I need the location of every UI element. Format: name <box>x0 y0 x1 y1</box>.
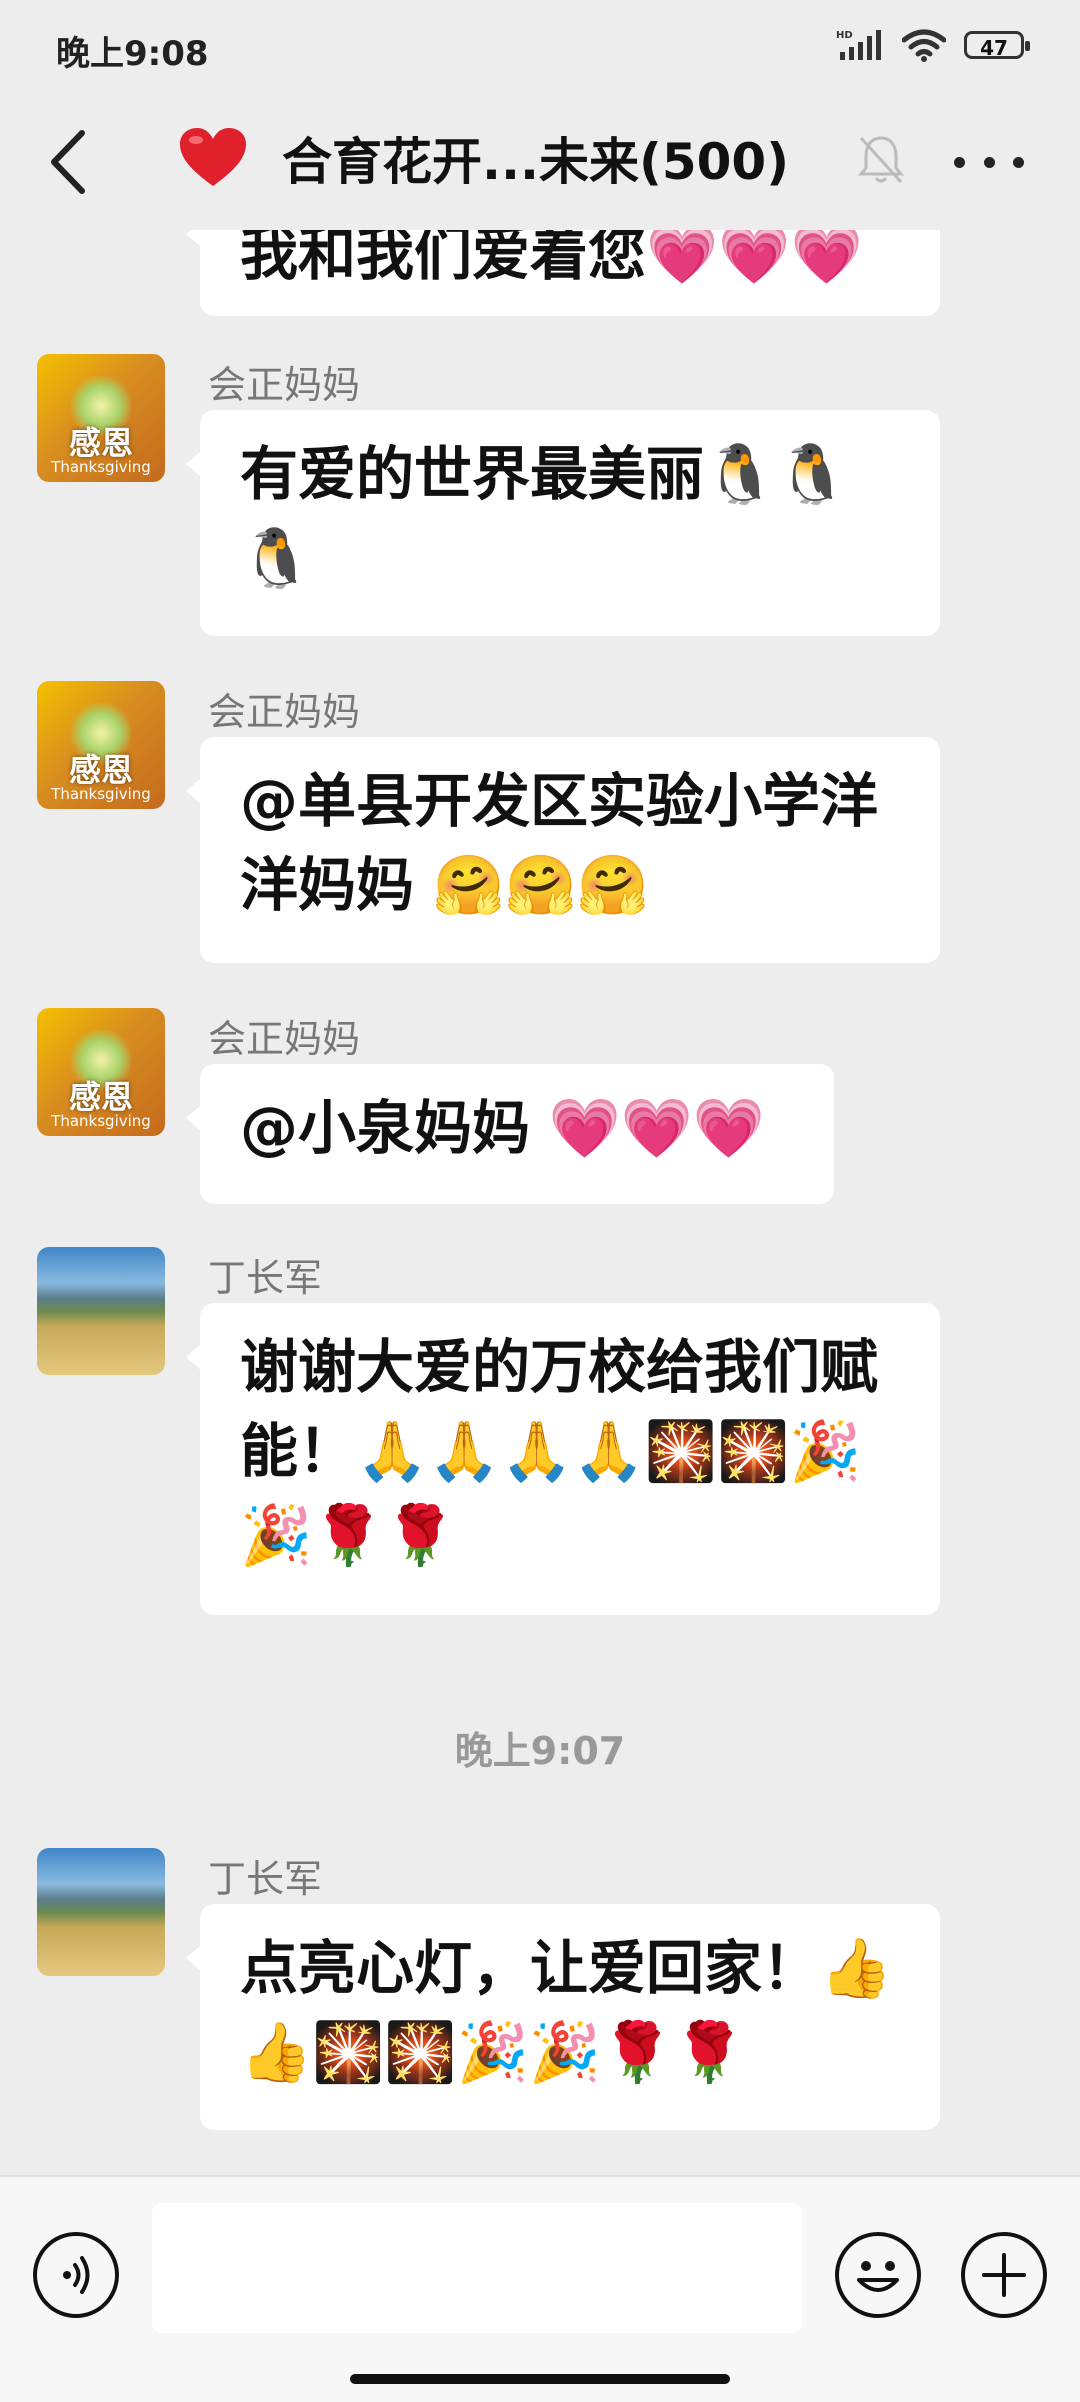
avatar[interactable]: 感恩 Thanksgiving <box>37 354 165 482</box>
group-title: 合育花开...未来(500) <box>282 133 790 191</box>
message-bubble[interactable]: 有爱的世界最美丽🐧🐧🐧 <box>186 410 940 636</box>
avatar[interactable] <box>37 1848 165 1976</box>
dot-icon <box>1013 156 1024 168</box>
message-bubble[interactable]: 我和我们爱着您💗💗💗 <box>186 230 940 316</box>
battery-indicator: 47 <box>964 31 1030 60</box>
emoji-button[interactable] <box>835 2232 921 2318</box>
plus-icon <box>982 2253 1026 2297</box>
message-bubble[interactable]: 点亮心灯，让爱回家！👍👍🎇🎇🎉🎉🌹🌹 <box>186 1904 940 2130</box>
message-bubble[interactable]: 谢谢大爱的万校给我们赋能！🙏🙏🙏🙏🎇🎇🎉🎉🌹🌹 <box>186 1303 940 1615</box>
sender-name: 会正妈妈 <box>208 690 361 734</box>
input-bar <box>0 2175 1080 2402</box>
chat-header: 合育花开...未来(500) <box>0 100 1080 230</box>
message-text: @小泉妈妈 <box>240 1094 531 1162</box>
home-indicator[interactable] <box>350 2374 730 2384</box>
message-list[interactable]: 我和我们爱着您💗💗💗 感恩 Thanksgiving 会正妈妈 有爱的世界最美丽… <box>0 230 1080 2175</box>
back-arrow-icon[interactable] <box>46 127 90 197</box>
wifi-icon <box>902 29 946 62</box>
message-bubble[interactable]: @小泉妈妈 💗💗💗 <box>186 1064 834 1204</box>
dot-icon <box>983 156 995 168</box>
voice-input-button[interactable] <box>33 2232 119 2318</box>
sender-name: 会正妈妈 <box>208 363 361 407</box>
avatar-caption-en: Thanksgiving <box>51 785 151 803</box>
avatar[interactable]: 感恩 Thanksgiving <box>37 681 165 809</box>
heart-icon <box>180 128 246 186</box>
message-bubble[interactable]: @单县开发区实验小学洋洋妈妈 🤗🤗🤗 <box>186 737 940 963</box>
message-text: 点亮心灯，让爱回家！ <box>240 1934 821 2002</box>
message-text: 我和我们爱着您 <box>240 230 647 288</box>
avatar-caption-en: Thanksgiving <box>51 458 151 476</box>
smiley-icon <box>857 2261 899 2292</box>
more-options-button[interactable] <box>954 142 1024 182</box>
avatar[interactable]: 感恩 Thanksgiving <box>37 1008 165 1136</box>
signal-icon: HD <box>836 30 881 60</box>
message-emojis: 💗💗💗 <box>530 1094 766 1162</box>
avatar-caption-en: Thanksgiving <box>51 1112 151 1130</box>
message-emojis: 🤗🤗🤗 <box>414 851 650 919</box>
voice-icon <box>63 2256 90 2294</box>
status-bar: 晚上9:08 HD 47 <box>0 0 1080 100</box>
svg-text:HD: HD <box>836 30 853 41</box>
sender-name: 丁长军 <box>208 1256 323 1300</box>
more-actions-button[interactable] <box>961 2232 1047 2318</box>
message-emojis: 💗💗💗 <box>646 230 863 288</box>
message-text: 有爱的世界最美丽 <box>240 440 705 508</box>
time-divider: 晚上9:07 <box>454 1729 626 1773</box>
avatar[interactable] <box>37 1247 165 1375</box>
sender-name: 丁长军 <box>208 1857 323 1901</box>
mute-bell-icon <box>857 136 905 184</box>
status-time: 晚上9:08 <box>56 34 209 74</box>
status-indicators: HD 47 <box>836 28 1030 62</box>
dot-icon <box>954 156 965 168</box>
message-input[interactable] <box>152 2203 802 2333</box>
chat-title[interactable]: 合育花开...未来(500) <box>178 122 789 194</box>
sender-name: 会正妈妈 <box>208 1017 361 1061</box>
